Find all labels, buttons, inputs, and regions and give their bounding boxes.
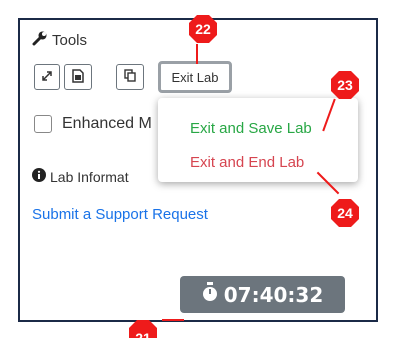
- expand-icon: [41, 70, 53, 85]
- callout-24-badge: 24: [330, 198, 360, 228]
- wrench-icon: [32, 30, 48, 50]
- callout-24-number: 24: [337, 205, 353, 221]
- exit-and-end-lab-item[interactable]: Exit and End Lab: [190, 154, 304, 171]
- lab-tools-panel: Tools Exit Lab Enhanced M Lab Informat S…: [18, 18, 378, 322]
- callout-21-line: [162, 319, 184, 321]
- enhanced-mode-row[interactable]: Enhanced M: [34, 115, 152, 133]
- document-icon: [72, 68, 84, 86]
- lab-information-heading: Lab Informat: [32, 168, 129, 185]
- lab-information-label: Lab Informat: [50, 168, 129, 185]
- callout-22-badge: 22: [188, 14, 218, 44]
- exit-lab-dropdown: Exit and Save Lab Exit and End Lab: [158, 98, 358, 182]
- lab-timer: 07:40:32: [180, 276, 345, 313]
- document-button[interactable]: [64, 64, 92, 90]
- copy-button[interactable]: [116, 64, 144, 90]
- tools-heading: Tools: [32, 30, 87, 50]
- stopwatch-icon: [202, 282, 218, 307]
- support-request-link[interactable]: Submit a Support Request: [32, 206, 208, 223]
- exit-and-save-lab-item[interactable]: Exit and Save Lab: [190, 120, 312, 137]
- callout-21-badge: 21: [128, 319, 158, 349]
- callout-23-number: 23: [337, 77, 353, 93]
- enhanced-mode-label: Enhanced M: [62, 115, 152, 132]
- copy-icon: [124, 69, 136, 85]
- enhanced-mode-checkbox[interactable]: [34, 115, 52, 133]
- info-icon: [32, 168, 46, 185]
- callout-22-number: 22: [195, 21, 211, 37]
- callout-21-number: 21: [135, 330, 151, 346]
- exit-lab-button[interactable]: Exit Lab: [158, 61, 232, 93]
- callout-23-badge: 23: [330, 70, 360, 100]
- expand-button[interactable]: [34, 64, 60, 90]
- timer-value: 07:40:32: [223, 282, 324, 307]
- callout-22-line: [196, 44, 198, 64]
- tools-title: Tools: [52, 31, 88, 49]
